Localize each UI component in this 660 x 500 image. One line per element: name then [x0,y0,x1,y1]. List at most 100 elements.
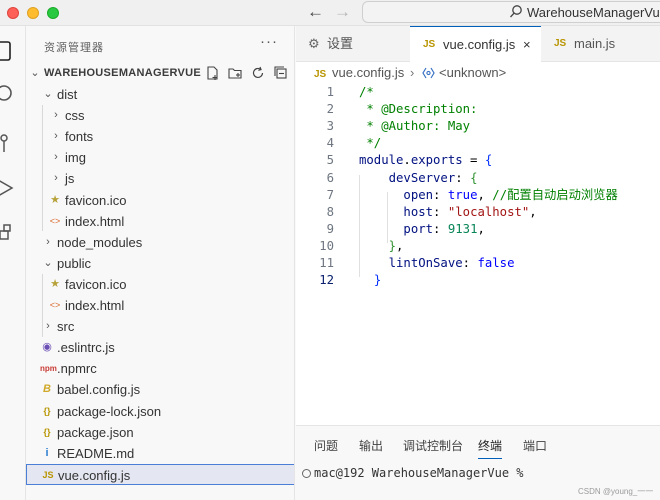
chevron-right-icon: › [46,320,50,333]
tree-item-label: dist [57,87,78,102]
tab-problems[interactable]: 问题 [314,437,338,454]
tree-item[interactable]: <> index.html [26,295,294,316]
html-icon: <> [49,215,61,226]
close-tab-icon[interactable]: × [523,27,531,63]
explorer-title: 资源管理器 [44,42,104,54]
breadcrumb: JS vue.config.js › <unknown> [296,62,660,84]
tree-item[interactable]: <> index.html [26,211,294,232]
code-editor[interactable]: 1/* 2 * @Description: 3 * @Author: May 4 */… [296,84,660,425]
code-token: port [359,221,434,236]
code-token: * @Description: [359,102,478,117]
code-line: 7 open: true, //配置自动启动浏览器 [296,187,660,204]
code-line: 10 }, [296,238,660,255]
back-arrow-icon[interactable]: ← [307,3,324,21]
json-icon: {} [43,405,51,416]
info-icon: i [45,446,49,459]
editor-tab-bar: ⚙ 设置 JS vue.config.js × JS main.js [296,26,660,63]
babel-icon: B [43,383,51,396]
tree-item-label: README.md [57,445,135,461]
run-debug-icon[interactable] [0,176,16,200]
code-token: module [359,153,404,168]
code-token: : [462,256,478,270]
code-token: : [455,170,471,185]
breadcrumb-file[interactable]: vue.config.js [332,62,404,84]
new-folder-icon[interactable] [228,66,242,80]
tab-debug-console[interactable]: 调试控制台 [403,437,463,454]
tab-main-js[interactable]: JS main.js [541,26,660,62]
tab-vue-config[interactable]: JS vue.config.js × [410,26,541,63]
tree-item[interactable]: › img [26,147,294,168]
tree-item[interactable]: JS vue.config.js [26,463,294,485]
refresh-icon[interactable] [251,66,265,80]
command-center-search[interactable]: WarehouseManagerVue [362,1,660,23]
chevron-right-icon: › [54,151,58,164]
code-line: 12 } [296,272,660,289]
tree-item-label: package-lock.json [57,403,162,419]
source-control-icon[interactable] [0,130,16,154]
activity-bar [0,26,26,500]
line-number: 6 [326,170,334,185]
tree-item-label: favicon.ico [65,276,127,292]
explorer-icon[interactable] [0,39,16,63]
minimize-window-button[interactable] [27,7,39,19]
tree-item[interactable]: ⌄ dist [26,84,294,105]
tree-item[interactable]: ★ favicon.ico [26,274,294,295]
tree-item[interactable]: › js [26,168,294,189]
tree-item-label: .npmrc [57,361,97,377]
tab-output[interactable]: 输出 [359,437,383,454]
code-text: module.exports = { [359,152,492,169]
tree-item[interactable]: › css [26,105,294,126]
code-token: = [462,153,485,168]
html-icon: <> [49,300,61,310]
tree-item[interactable]: {} package-lock.json [26,401,294,422]
tab-ports[interactable]: 端口 [523,437,547,454]
extensions-icon[interactable] [0,221,16,245]
star-icon: ★ [50,277,60,290]
json-icon: {} [43,426,51,437]
tree-item[interactable]: npm .npmrc [26,358,294,379]
code-token: exports [410,153,463,168]
new-file-icon[interactable] [205,66,219,80]
line-number: 3 [326,119,334,134]
more-actions-icon[interactable]: ··· [260,33,278,50]
maximize-window-button[interactable] [47,7,59,19]
code-token: , [477,187,493,202]
collapse-all-icon[interactable] [274,66,288,80]
tab-settings[interactable]: ⚙ 设置 [296,26,410,62]
tree-item[interactable]: › node_modules [26,232,294,253]
code-token: //配置自动启动浏览器 [492,187,618,202]
explorer-root-folder[interactable]: ⌄ WAREHOUSEMANAGERVUE [26,63,294,84]
breadcrumb-symbol[interactable]: <unknown> [439,62,506,84]
code-token: * @Author: May [359,119,471,134]
tree-item[interactable]: ★ favicon.ico [26,190,294,211]
tree-item[interactable]: › src [26,316,294,337]
code-line: 3 * @Author: May [296,118,660,135]
line-number: 2 [326,102,334,117]
tree-item[interactable]: ◉ .eslintrc.js [26,337,294,358]
tree-item[interactable]: ⌄ public [26,253,294,274]
code-token: open [359,187,434,202]
tab-terminal[interactable]: 终端 [478,437,503,459]
code-token: , [477,221,485,236]
tree-item[interactable]: Bbabel.config.js [26,379,294,400]
code-text: /* [359,84,374,101]
tree-item-label: js [65,171,75,187]
tree-item-label: vue.config.js [58,467,131,483]
forward-arrow-icon[interactable]: → [334,3,351,21]
terminal-prompt[interactable]: mac@192 WarehouseManagerVue % [314,466,524,480]
search-icon[interactable] [0,82,16,106]
tree-item[interactable]: i README.md [26,443,294,464]
code-token: } [388,238,397,253]
tree-item[interactable]: › fonts [26,126,294,147]
line-number: 11 [319,256,334,270]
tree-item-label: babel.config.js [57,382,141,398]
chevron-down-icon: ⌄ [43,88,53,100]
tree-item-label: fonts [65,129,94,145]
code-token: : [433,204,448,219]
tree-item[interactable]: {} package.json [26,422,294,443]
js-icon: JS [42,469,54,480]
command-center-text: WarehouseManagerVue [527,5,660,20]
close-window-button[interactable] [7,7,19,19]
line-number: 1 [326,85,334,99]
